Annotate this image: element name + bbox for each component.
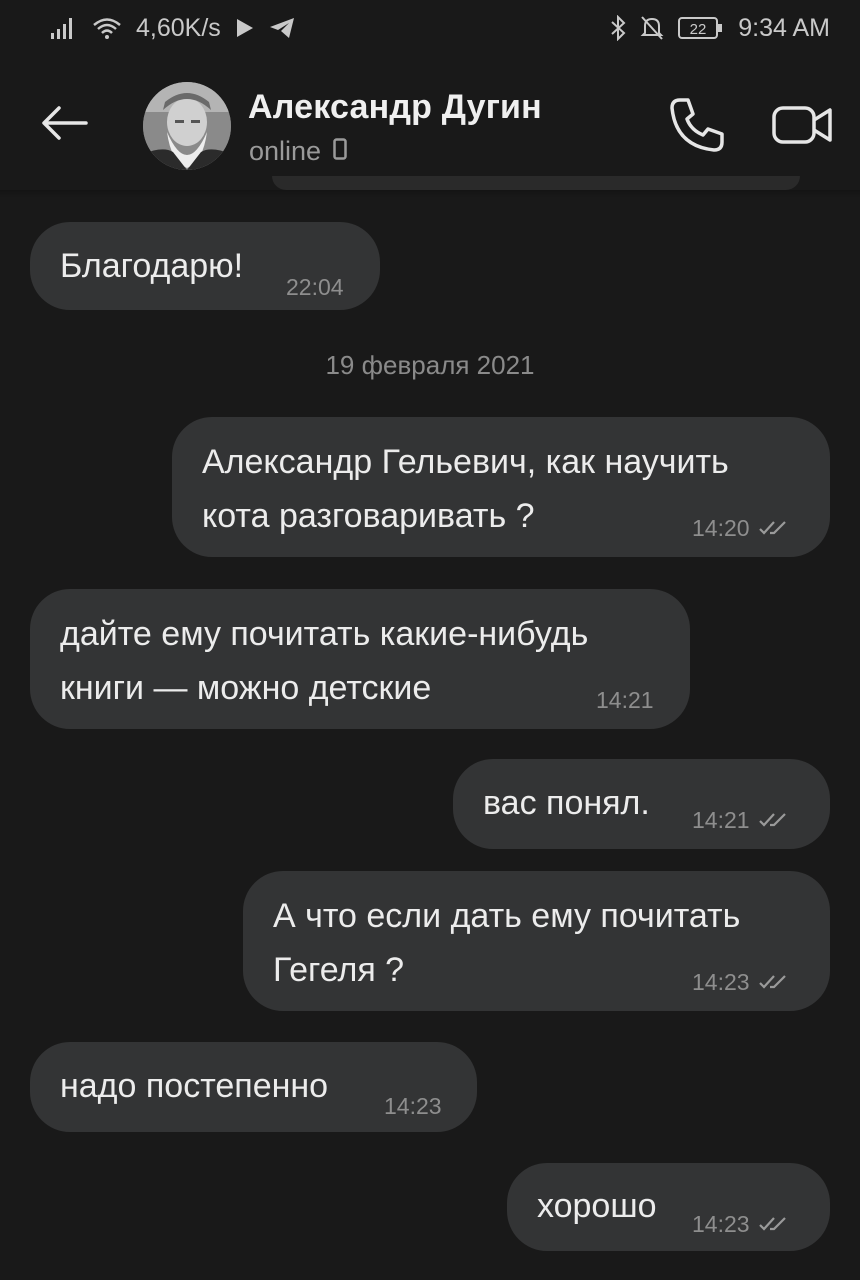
network-speed: 4,60K/s <box>136 13 221 42</box>
message-bubble-outgoing[interactable]: вас понял. 14:21 <box>453 759 830 849</box>
chat-header: Александр Дугин online <box>0 56 860 190</box>
mobile-device-icon <box>333 136 347 167</box>
contact-status: online <box>249 136 347 167</box>
message-bubble-outgoing[interactable]: А что если дать ему почитать Гегеля ? 14… <box>243 871 830 1011</box>
message-text: Благодарю! <box>60 247 244 285</box>
wifi-icon <box>92 16 122 40</box>
message-text: дайте ему почитать какие-нибудь книги — … <box>60 615 589 707</box>
video-camera-icon <box>772 106 832 144</box>
date-separator: 19 февраля 2021 <box>325 350 535 380</box>
double-check-icon <box>758 1217 786 1231</box>
mute-bell-icon <box>640 15 664 41</box>
message-text: надо постепенно <box>60 1067 329 1105</box>
battery-level: 22 <box>690 21 707 38</box>
message-text: хорошо <box>537 1187 657 1225</box>
bluetooth-icon <box>610 15 626 41</box>
message-time-text: 22:04 <box>286 274 344 300</box>
message-text: Александр Гельевич, как научить кота раз… <box>202 443 729 535</box>
message-bubble-incoming[interactable]: дайте ему почитать какие-нибудь книги — … <box>30 589 690 729</box>
previous-message-edge <box>272 176 800 190</box>
battery-icon: 22 <box>678 16 724 40</box>
message-text: вас понял. <box>483 784 650 822</box>
play-icon <box>235 17 255 39</box>
message-bubble-outgoing[interactable]: Александр Гельевич, как научить кота раз… <box>172 417 830 557</box>
message-time: 14:20 <box>692 515 788 541</box>
message-time: 14:23 <box>692 969 788 995</box>
contact-name[interactable]: Александр Дугин <box>248 88 542 127</box>
message-time-text: 14:23 <box>692 969 750 995</box>
message-time-text: 14:21 <box>596 687 654 713</box>
message-time: 14:21 <box>596 687 654 713</box>
double-check-icon <box>758 975 786 989</box>
call-button[interactable] <box>666 94 728 156</box>
telegram-icon <box>269 17 295 39</box>
message-time: 14:23 <box>692 1211 788 1237</box>
message-time-text: 14:23 <box>692 1211 750 1237</box>
online-status-text: online <box>249 136 322 166</box>
message-bubble-incoming[interactable]: надо постепенно 14:23 <box>30 1042 477 1132</box>
message-text: А что если дать ему почитать Гегеля ? <box>273 897 741 989</box>
phone-icon <box>670 98 724 152</box>
status-bar-left: 4,60K/s <box>50 14 295 43</box>
double-check-icon <box>758 813 786 827</box>
signal-icon <box>50 17 78 39</box>
header-divider <box>0 190 860 198</box>
clock: 9:34 AM <box>738 13 830 42</box>
message-time: 14:21 <box>692 807 788 833</box>
message-bubble-outgoing[interactable]: хорошо 14:23 <box>507 1163 830 1251</box>
avatar[interactable] <box>143 82 231 170</box>
status-bar-right: 22 9:34 AM <box>610 14 830 43</box>
message-time-text: 14:20 <box>692 515 750 541</box>
message-time-text: 14:23 <box>384 1093 442 1119</box>
message-bubble-incoming[interactable]: Благодарю! 22:04 <box>30 222 380 310</box>
message-time: 14:23 <box>384 1093 442 1119</box>
status-bar: 4,60K/s 22 9:34 AM <box>0 0 860 56</box>
message-time-text: 14:21 <box>692 807 750 833</box>
arrow-left-icon <box>42 106 88 140</box>
video-call-button[interactable] <box>770 96 836 154</box>
double-check-icon <box>758 521 786 535</box>
message-time: 22:04 <box>286 274 344 300</box>
contact-photo <box>143 82 231 170</box>
back-button[interactable] <box>38 96 92 150</box>
